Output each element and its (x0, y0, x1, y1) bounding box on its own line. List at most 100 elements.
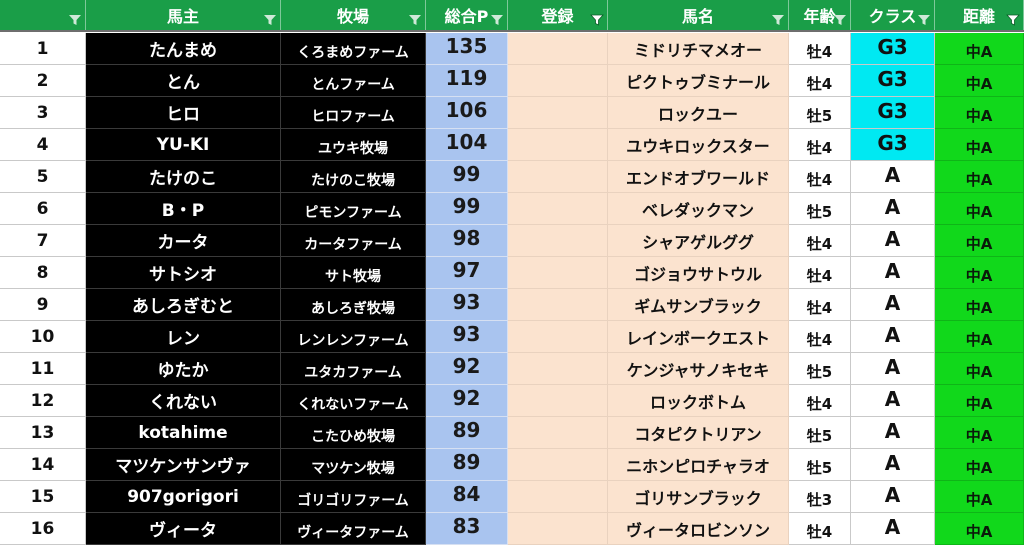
cell-distance[interactable]: 中A (935, 513, 1024, 545)
cell-registered[interactable] (508, 129, 608, 161)
cell-farm[interactable]: あしろぎ牧場 (281, 289, 426, 321)
cell-distance[interactable]: 中A (935, 193, 1024, 225)
cell-farm[interactable]: ユウキ牧場 (281, 129, 426, 161)
cell-no[interactable]: 6 (0, 193, 86, 225)
cell-distance[interactable]: 中A (935, 257, 1024, 289)
cell-points[interactable]: 99 (426, 193, 508, 225)
cell-no[interactable]: 14 (0, 449, 86, 481)
cell-age[interactable]: 牡4 (789, 385, 851, 417)
column-header-distance[interactable]: 距離 (935, 0, 1024, 30)
cell-distance[interactable]: 中A (935, 449, 1024, 481)
filter-dropdown-icon[interactable] (917, 14, 931, 26)
filter-dropdown-icon[interactable] (771, 14, 785, 26)
cell-registered[interactable] (508, 225, 608, 257)
cell-horse[interactable]: エンドオブワールド (608, 161, 789, 193)
cell-no[interactable]: 5 (0, 161, 86, 193)
cell-owner[interactable]: B・P (86, 193, 281, 225)
cell-age[interactable]: 牡4 (789, 65, 851, 97)
cell-horse[interactable]: ギムサンブラック (608, 289, 789, 321)
cell-age[interactable]: 牡4 (789, 161, 851, 193)
filter-active-icon[interactable] (1006, 14, 1020, 26)
cell-points[interactable]: 93 (426, 289, 508, 321)
cell-no[interactable]: 10 (0, 321, 86, 353)
cell-owner[interactable]: サトシオ (86, 257, 281, 289)
cell-owner[interactable]: ヴィータ (86, 513, 281, 545)
cell-no[interactable]: 12 (0, 385, 86, 417)
cell-owner[interactable]: レン (86, 321, 281, 353)
cell-owner[interactable]: ヒロ (86, 97, 281, 129)
cell-no[interactable]: 16 (0, 513, 86, 545)
cell-farm[interactable]: たけのこ牧場 (281, 161, 426, 193)
cell-points[interactable]: 98 (426, 225, 508, 257)
cell-distance[interactable]: 中A (935, 481, 1024, 513)
cell-horse[interactable]: レインボークエスト (608, 321, 789, 353)
cell-class[interactable]: A (851, 513, 935, 545)
cell-horse[interactable]: ロックユー (608, 97, 789, 129)
cell-farm[interactable]: こたひめ牧場 (281, 417, 426, 449)
cell-class[interactable]: G3 (851, 65, 935, 97)
cell-age[interactable]: 牡5 (789, 353, 851, 385)
cell-age[interactable]: 牡4 (789, 225, 851, 257)
cell-no[interactable]: 9 (0, 289, 86, 321)
cell-distance[interactable]: 中A (935, 417, 1024, 449)
column-header-age[interactable]: 年齢 (789, 0, 851, 30)
cell-farm[interactable]: マツケン牧場 (281, 449, 426, 481)
column-header-no[interactable] (0, 0, 86, 30)
cell-class[interactable]: A (851, 289, 935, 321)
cell-class[interactable]: A (851, 193, 935, 225)
cell-horse[interactable]: コタピクトリアン (608, 417, 789, 449)
cell-farm[interactable]: ユタカファーム (281, 353, 426, 385)
cell-registered[interactable] (508, 385, 608, 417)
cell-farm[interactable]: サト牧場 (281, 257, 426, 289)
cell-owner[interactable]: カータ (86, 225, 281, 257)
cell-registered[interactable] (508, 321, 608, 353)
cell-registered[interactable] (508, 353, 608, 385)
cell-owner[interactable]: たけのこ (86, 161, 281, 193)
cell-no[interactable]: 13 (0, 417, 86, 449)
cell-class[interactable]: A (851, 321, 935, 353)
filter-active-icon[interactable] (590, 14, 604, 26)
cell-distance[interactable]: 中A (935, 385, 1024, 417)
filter-dropdown-icon[interactable] (833, 14, 847, 26)
cell-distance[interactable]: 中A (935, 353, 1024, 385)
cell-no[interactable]: 8 (0, 257, 86, 289)
filter-dropdown-icon[interactable] (408, 14, 422, 26)
cell-points[interactable]: 97 (426, 257, 508, 289)
cell-age[interactable]: 牡5 (789, 97, 851, 129)
cell-horse[interactable]: ミドリチマメオー (608, 33, 789, 65)
filter-dropdown-icon[interactable] (490, 14, 504, 26)
column-header-farm[interactable]: 牧場 (281, 0, 426, 30)
cell-owner[interactable]: kotahime (86, 417, 281, 449)
cell-class[interactable]: A (851, 353, 935, 385)
cell-class[interactable]: A (851, 385, 935, 417)
cell-points[interactable]: 119 (426, 65, 508, 97)
cell-registered[interactable] (508, 289, 608, 321)
cell-class[interactable]: A (851, 225, 935, 257)
cell-farm[interactable]: ヴィータファーム (281, 513, 426, 545)
column-header-horse[interactable]: 馬名 (608, 0, 789, 30)
filter-dropdown-icon[interactable] (68, 14, 82, 26)
cell-distance[interactable]: 中A (935, 161, 1024, 193)
cell-registered[interactable] (508, 257, 608, 289)
cell-points[interactable]: 93 (426, 321, 508, 353)
cell-class[interactable]: A (851, 449, 935, 481)
column-header-registered[interactable]: 登録 (508, 0, 608, 30)
cell-distance[interactable]: 中A (935, 33, 1024, 65)
cell-farm[interactable]: レンレンファーム (281, 321, 426, 353)
cell-horse[interactable]: ニホンピロチャラオ (608, 449, 789, 481)
cell-horse[interactable]: ロックボトム (608, 385, 789, 417)
cell-points[interactable]: 135 (426, 33, 508, 65)
cell-class[interactable]: A (851, 257, 935, 289)
cell-distance[interactable]: 中A (935, 321, 1024, 353)
cell-no[interactable]: 1 (0, 33, 86, 65)
cell-class[interactable]: G3 (851, 33, 935, 65)
cell-class[interactable]: A (851, 417, 935, 449)
cell-class[interactable]: G3 (851, 129, 935, 161)
cell-owner[interactable]: 907gorigori (86, 481, 281, 513)
cell-horse[interactable]: ヴィータロビンソン (608, 513, 789, 545)
cell-registered[interactable] (508, 513, 608, 545)
cell-age[interactable]: 牡4 (789, 289, 851, 321)
cell-no[interactable]: 11 (0, 353, 86, 385)
cell-age[interactable]: 牡5 (789, 417, 851, 449)
cell-owner[interactable]: あしろぎむと (86, 289, 281, 321)
